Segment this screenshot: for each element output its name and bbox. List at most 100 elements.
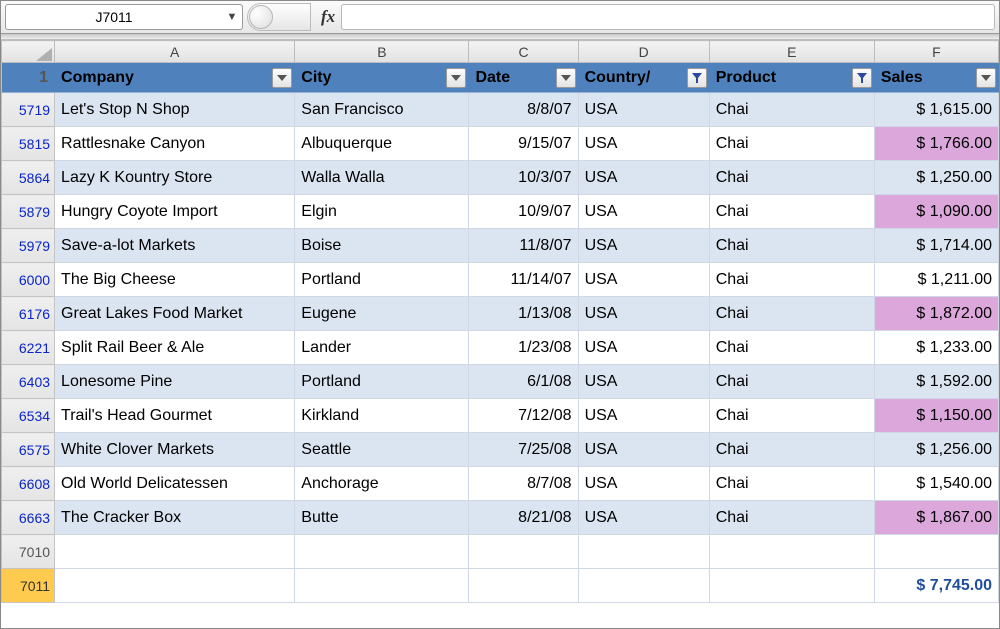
cell-company[interactable]: Lazy K Kountry Store	[55, 161, 295, 195]
cell-country[interactable]: USA	[578, 501, 709, 535]
cell[interactable]	[578, 535, 709, 569]
cell-date[interactable]: 8/21/08	[469, 501, 578, 535]
cell-city[interactable]: Portland	[295, 263, 469, 297]
col-header-E[interactable]: E	[709, 41, 874, 63]
cell-product[interactable]: Chai	[709, 263, 874, 297]
row-header[interactable]: 5815	[2, 127, 55, 161]
cell-sales[interactable]: $ 1,714.00	[874, 229, 998, 263]
row-header-7010[interactable]: 7010	[2, 535, 55, 569]
cell-company[interactable]: Old World Delicatessen	[55, 467, 295, 501]
cell-product[interactable]: Chai	[709, 195, 874, 229]
cell-total-sales[interactable]: $ 7,745.00	[874, 569, 998, 603]
row-header[interactable]: 5879	[2, 195, 55, 229]
row-header[interactable]: 5979	[2, 229, 55, 263]
row-header[interactable]: 6176	[2, 297, 55, 331]
cell-city[interactable]: Kirkland	[295, 399, 469, 433]
spreadsheet-grid[interactable]: A B C D E F 1 Company City	[1, 40, 999, 628]
col-header-F[interactable]: F	[874, 41, 998, 63]
cell[interactable]	[578, 569, 709, 603]
filter-sales-button[interactable]	[976, 68, 996, 88]
cell-country[interactable]: USA	[578, 263, 709, 297]
cell-country[interactable]: USA	[578, 161, 709, 195]
cell-product[interactable]: Chai	[709, 93, 874, 127]
cell-product[interactable]: Chai	[709, 331, 874, 365]
cell-company[interactable]: Lonesome Pine	[55, 365, 295, 399]
select-all-corner[interactable]	[2, 41, 55, 63]
cell-country[interactable]: USA	[578, 433, 709, 467]
col-header-B[interactable]: B	[295, 41, 469, 63]
cell-city[interactable]: Walla Walla	[295, 161, 469, 195]
row-header-1[interactable]: 1	[2, 63, 55, 93]
filter-country-button[interactable]	[687, 68, 707, 88]
cell-sales[interactable]: $ 1,090.00	[874, 195, 998, 229]
row-header[interactable]: 5864	[2, 161, 55, 195]
cell-product[interactable]: Chai	[709, 365, 874, 399]
cell-date[interactable]: 7/12/08	[469, 399, 578, 433]
chevron-down-icon[interactable]: ▼	[222, 11, 242, 23]
cell-country[interactable]: USA	[578, 297, 709, 331]
cell-sales[interactable]: $ 1,250.00	[874, 161, 998, 195]
cell-product[interactable]: Chai	[709, 297, 874, 331]
cell-city[interactable]: Albuquerque	[295, 127, 469, 161]
cell-city[interactable]: Elgin	[295, 195, 469, 229]
row-header[interactable]: 6575	[2, 433, 55, 467]
cell-sales[interactable]: $ 1,766.00	[874, 127, 998, 161]
col-header-D[interactable]: D	[578, 41, 709, 63]
cell-sales[interactable]: $ 1,540.00	[874, 467, 998, 501]
row-header[interactable]: 6608	[2, 467, 55, 501]
circle-icon[interactable]	[249, 5, 273, 29]
cell-date[interactable]: 9/15/07	[469, 127, 578, 161]
cell-date[interactable]: 7/25/08	[469, 433, 578, 467]
filter-product-button[interactable]	[852, 68, 872, 88]
cell-date[interactable]: 1/23/08	[469, 331, 578, 365]
col-header-C[interactable]: C	[469, 41, 578, 63]
filter-city-button[interactable]	[446, 68, 466, 88]
fx-label[interactable]: fx	[311, 7, 341, 27]
filter-company-button[interactable]	[272, 68, 292, 88]
cell-company[interactable]: Great Lakes Food Market	[55, 297, 295, 331]
cell[interactable]	[874, 535, 998, 569]
cell-country[interactable]: USA	[578, 229, 709, 263]
cell-sales[interactable]: $ 1,867.00	[874, 501, 998, 535]
cell-date[interactable]: 6/1/08	[469, 365, 578, 399]
cell-country[interactable]: USA	[578, 399, 709, 433]
cell-date[interactable]: 8/8/07	[469, 93, 578, 127]
name-box[interactable]: J7011 ▼	[5, 4, 243, 30]
cell-sales[interactable]: $ 1,615.00	[874, 93, 998, 127]
cell[interactable]	[55, 569, 295, 603]
cell-city[interactable]: Lander	[295, 331, 469, 365]
col-header-A[interactable]: A	[55, 41, 295, 63]
cell-city[interactable]: Boise	[295, 229, 469, 263]
cell-product[interactable]: Chai	[709, 399, 874, 433]
row-header[interactable]: 6000	[2, 263, 55, 297]
cell-country[interactable]: USA	[578, 365, 709, 399]
cell-company[interactable]: White Clover Markets	[55, 433, 295, 467]
cell-sales[interactable]: $ 1,256.00	[874, 433, 998, 467]
filter-date-button[interactable]	[556, 68, 576, 88]
cell-date[interactable]: 10/9/07	[469, 195, 578, 229]
formula-input[interactable]	[341, 4, 995, 30]
cell[interactable]	[709, 569, 874, 603]
cell-sales[interactable]: $ 1,211.00	[874, 263, 998, 297]
cell-company[interactable]: Split Rail Beer & Ale	[55, 331, 295, 365]
row-header[interactable]: 6403	[2, 365, 55, 399]
cell[interactable]	[55, 535, 295, 569]
cell[interactable]	[295, 569, 469, 603]
cell-city[interactable]: San Francisco	[295, 93, 469, 127]
cell-product[interactable]: Chai	[709, 433, 874, 467]
cell-product[interactable]: Chai	[709, 501, 874, 535]
cell-city[interactable]: Butte	[295, 501, 469, 535]
cell-country[interactable]: USA	[578, 93, 709, 127]
cell-city[interactable]: Eugene	[295, 297, 469, 331]
cell-sales[interactable]: $ 1,592.00	[874, 365, 998, 399]
cell-company[interactable]: Let's Stop N Shop	[55, 93, 295, 127]
cell-city[interactable]: Seattle	[295, 433, 469, 467]
cell-date[interactable]: 11/14/07	[469, 263, 578, 297]
cell[interactable]	[709, 535, 874, 569]
cell-company[interactable]: Hungry Coyote Import	[55, 195, 295, 229]
cell-product[interactable]: Chai	[709, 229, 874, 263]
cell-country[interactable]: USA	[578, 467, 709, 501]
cell-company[interactable]: Trail's Head Gourmet	[55, 399, 295, 433]
cell-date[interactable]: 8/7/08	[469, 467, 578, 501]
cell-country[interactable]: USA	[578, 331, 709, 365]
